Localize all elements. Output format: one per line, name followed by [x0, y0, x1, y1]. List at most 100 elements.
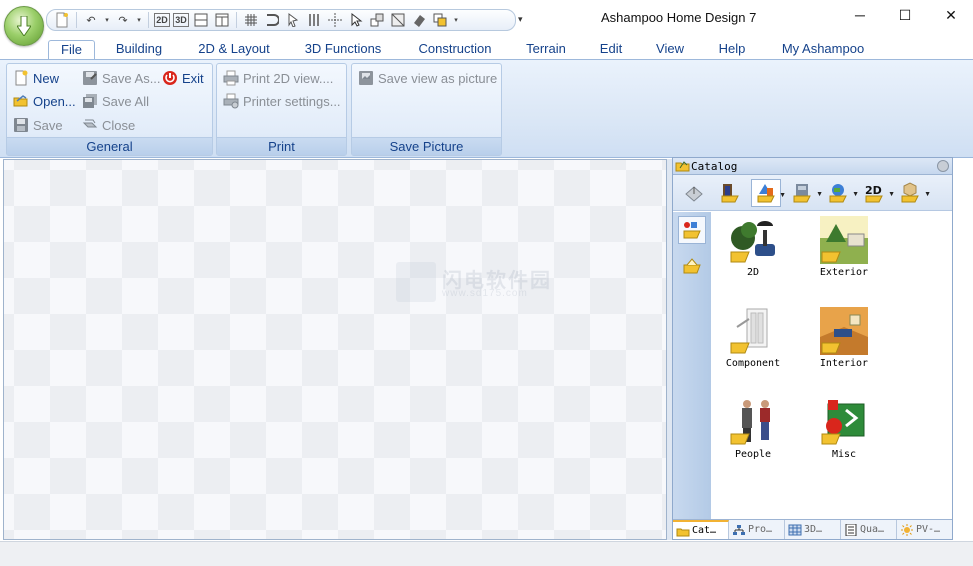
copy-objects-icon[interactable]	[431, 11, 449, 29]
eraser-icon[interactable]	[410, 11, 428, 29]
2d-view-icon[interactable]: 2D	[154, 13, 170, 27]
parallel-lines-icon[interactable]	[305, 11, 323, 29]
status-bar	[0, 541, 973, 566]
close-button[interactable]: ✕	[940, 6, 962, 24]
crosshair-icon[interactable]	[326, 11, 344, 29]
minimize-button[interactable]: ─	[849, 6, 871, 24]
tab-quantities[interactable]: Qua…	[841, 520, 897, 539]
save-picture-group-label: Save Picture	[352, 137, 501, 155]
catalog-item-misc[interactable]: Misc	[814, 398, 874, 460]
window-title: Ashampoo Home Design 7	[601, 10, 757, 25]
application-menu-button[interactable]	[4, 6, 44, 46]
new-button[interactable]: New	[13, 68, 59, 88]
undo-dropdown-icon[interactable]: ▾	[103, 11, 111, 29]
objects-folder-icon	[757, 183, 775, 202]
printer-settings-icon	[223, 93, 239, 109]
dropdown-arrow-icon[interactable]: ▼	[924, 191, 931, 198]
dropdown-arrow-icon[interactable]: ▼	[852, 191, 859, 198]
split-vertical-icon[interactable]	[213, 11, 231, 29]
tab-construction[interactable]: Construction	[410, 40, 500, 60]
save-all-icon	[82, 93, 98, 109]
print-2d-view-button[interactable]: Print 2D view....	[223, 68, 333, 88]
catalog-favorites-button[interactable]	[678, 216, 706, 244]
catalog-item-component[interactable]: Component	[723, 307, 783, 369]
catalog-textures-button[interactable]: ▼	[787, 179, 823, 207]
dropdown-arrow-icon[interactable]: ▼	[779, 192, 786, 199]
printer-settings-button[interactable]: Printer settings...	[223, 91, 341, 111]
colored-shapes-folder-icon	[683, 222, 701, 239]
exit-button[interactable]: Exit	[162, 68, 204, 88]
printer-icon	[223, 70, 239, 86]
printer-settings-label: Printer settings...	[243, 93, 341, 109]
tab-3d-functions[interactable]: 3D Functions	[298, 40, 388, 60]
new-document-icon[interactable]	[53, 11, 71, 29]
catalog-panel: Catalog ▼ ▼ ▼ 2D ▼ ▼ 2D Exterior Compone…	[672, 157, 953, 540]
maximize-button[interactable]: ☐	[894, 6, 916, 24]
catalog-item-2d[interactable]: 2D	[723, 216, 783, 278]
tab-my-ashampoo[interactable]: My Ashampoo	[774, 40, 872, 60]
3d-view-icon[interactable]: 3D	[173, 13, 189, 27]
dropdown-arrow-icon[interactable]: ▼	[888, 191, 895, 198]
tab-view[interactable]: View	[649, 40, 691, 60]
select-pointer-icon[interactable]	[347, 11, 365, 29]
close-document-button[interactable]: Close	[82, 115, 135, 135]
tab-3d-label: 3D…	[804, 524, 823, 535]
catalog-item-label: Interior	[819, 358, 869, 369]
save-picture-icon	[358, 70, 374, 86]
catalog-materials-button[interactable]: ▼	[823, 179, 859, 207]
catalog-extras-button[interactable]: ▼	[895, 179, 931, 207]
svg-text:2D: 2D	[865, 184, 882, 197]
tab-terrain[interactable]: Terrain	[518, 40, 574, 60]
tab-catalog[interactable]: Cat…	[673, 520, 729, 539]
tab-edit[interactable]: Edit	[594, 40, 628, 60]
new-label: New	[33, 70, 60, 86]
design-canvas[interactable]	[3, 159, 667, 540]
magnet-icon[interactable]	[263, 11, 281, 29]
catalog-folder-icon	[675, 161, 690, 172]
catalog-doors-button[interactable]	[715, 179, 745, 207]
pin-icon[interactable]	[937, 160, 949, 172]
catalog-item-exterior[interactable]: Exterior	[814, 216, 874, 278]
redo-dropdown-icon[interactable]: ▾	[135, 11, 143, 29]
catalog-folder-button[interactable]	[678, 252, 706, 280]
save-as-button[interactable]: Save As...	[82, 68, 161, 88]
tab-file[interactable]: File	[48, 40, 95, 60]
customize-toolbar-icon[interactable]: ▾	[518, 14, 523, 25]
catalog-sidebar	[673, 212, 711, 520]
ribbon-tab-bar: File Building 2D & Layout 3D Functions C…	[0, 36, 973, 60]
catalog-item-people[interactable]: People	[723, 398, 783, 460]
catalog-item-label: People	[734, 449, 772, 460]
open-button[interactable]: Open...	[13, 91, 76, 111]
copy-dropdown-icon[interactable]: ▾	[452, 11, 460, 29]
watermark-url: www.sd175.com	[442, 288, 528, 299]
save-button[interactable]: Save	[13, 115, 63, 135]
catalog-item-interior[interactable]: Interior	[814, 307, 874, 369]
wall-selection-icon[interactable]	[389, 11, 407, 29]
move-objects-icon[interactable]	[368, 11, 386, 29]
dropdown-arrow-icon[interactable]: ▼	[816, 191, 823, 198]
tab-3d[interactable]: 3D…	[785, 520, 841, 539]
print-2d-view-label: Print 2D view....	[243, 70, 334, 86]
tab-building[interactable]: Building	[108, 40, 170, 60]
tab-help[interactable]: Help	[712, 40, 752, 60]
3d-grid-icon	[788, 524, 802, 535]
title-bar: ↶ ▾ ↷ ▾ 2D 3D ▾ ▾ Ashampoo Home Design 7…	[0, 0, 973, 46]
catalog-2d-symbols-button[interactable]: 2D ▼	[859, 179, 895, 207]
catalog-folder-icon	[676, 528, 690, 536]
tab-project[interactable]: Pro…	[729, 520, 785, 539]
redo-icon[interactable]: ↷	[114, 11, 132, 29]
snap-cursor-icon[interactable]	[284, 11, 302, 29]
exit-label: Exit	[182, 70, 204, 86]
save-view-as-picture-button[interactable]: Save view as picture	[358, 68, 497, 88]
grid-icon[interactable]	[242, 11, 260, 29]
split-horizontal-icon[interactable]	[192, 11, 210, 29]
separator	[148, 12, 149, 28]
tab-catalog-label: Cat…	[692, 525, 717, 536]
tab-pv[interactable]: PV-…	[897, 520, 951, 539]
catalog-up-button[interactable]	[679, 179, 709, 207]
undo-icon[interactable]: ↶	[82, 11, 100, 29]
save-all-button[interactable]: Save All	[82, 91, 149, 111]
tab-2d-layout[interactable]: 2D & Layout	[190, 40, 278, 60]
catalog-toolbar: ▼ ▼ ▼ 2D ▼ ▼	[673, 175, 952, 211]
catalog-objects-button[interactable]: ▼	[751, 178, 786, 207]
